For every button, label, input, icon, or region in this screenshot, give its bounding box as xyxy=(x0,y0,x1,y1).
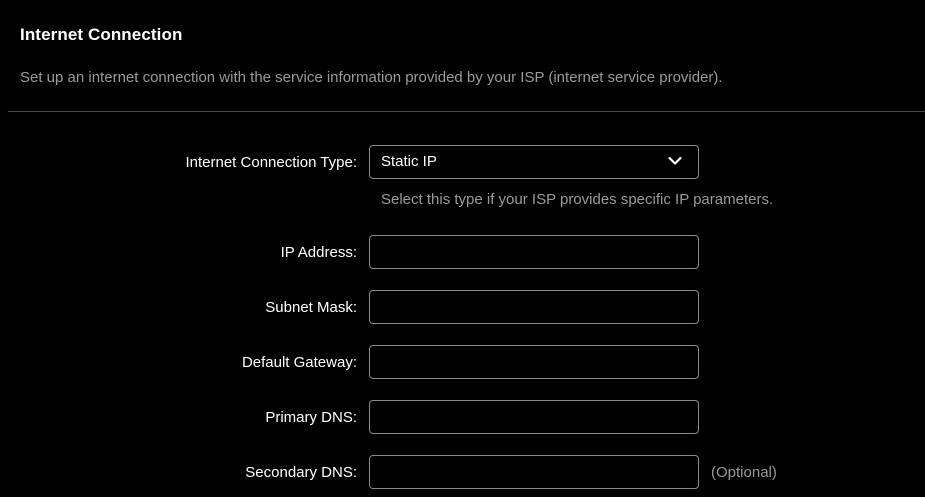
connection-type-select[interactable]: Static IP xyxy=(369,145,699,179)
divider xyxy=(8,111,925,112)
ip-address-label: IP Address: xyxy=(280,244,357,261)
connection-type-hint: Select this type if your ISP provides sp… xyxy=(381,191,774,208)
ip-address-row: IP Address: xyxy=(0,235,925,271)
section-title: Internet Connection xyxy=(20,25,183,44)
primary-dns-row: Primary DNS: xyxy=(0,400,925,436)
secondary-dns-label: Secondary DNS: xyxy=(245,464,357,481)
primary-dns-input[interactable] xyxy=(369,400,699,434)
default-gateway-row: Default Gateway: xyxy=(0,345,925,381)
default-gateway-input[interactable] xyxy=(369,345,699,379)
secondary-dns-input[interactable] xyxy=(369,455,699,489)
primary-dns-label: Primary DNS: xyxy=(265,409,357,426)
subnet-mask-label: Subnet Mask: xyxy=(265,299,357,316)
optional-note: (Optional) xyxy=(711,464,777,481)
connection-type-value: Static IP xyxy=(381,153,437,170)
ip-address-input[interactable] xyxy=(369,235,699,269)
chevron-down-icon xyxy=(668,156,682,165)
connection-type-row: Internet Connection Type: Static IP xyxy=(0,145,925,181)
default-gateway-label: Default Gateway: xyxy=(241,354,357,371)
secondary-dns-row: Secondary DNS: (Optional) xyxy=(0,455,925,491)
section-description: Set up an internet connection with the s… xyxy=(20,69,723,86)
connection-type-label: Internet Connection Type: xyxy=(185,154,357,171)
subnet-mask-row: Subnet Mask: xyxy=(0,290,925,326)
subnet-mask-input[interactable] xyxy=(369,290,699,324)
